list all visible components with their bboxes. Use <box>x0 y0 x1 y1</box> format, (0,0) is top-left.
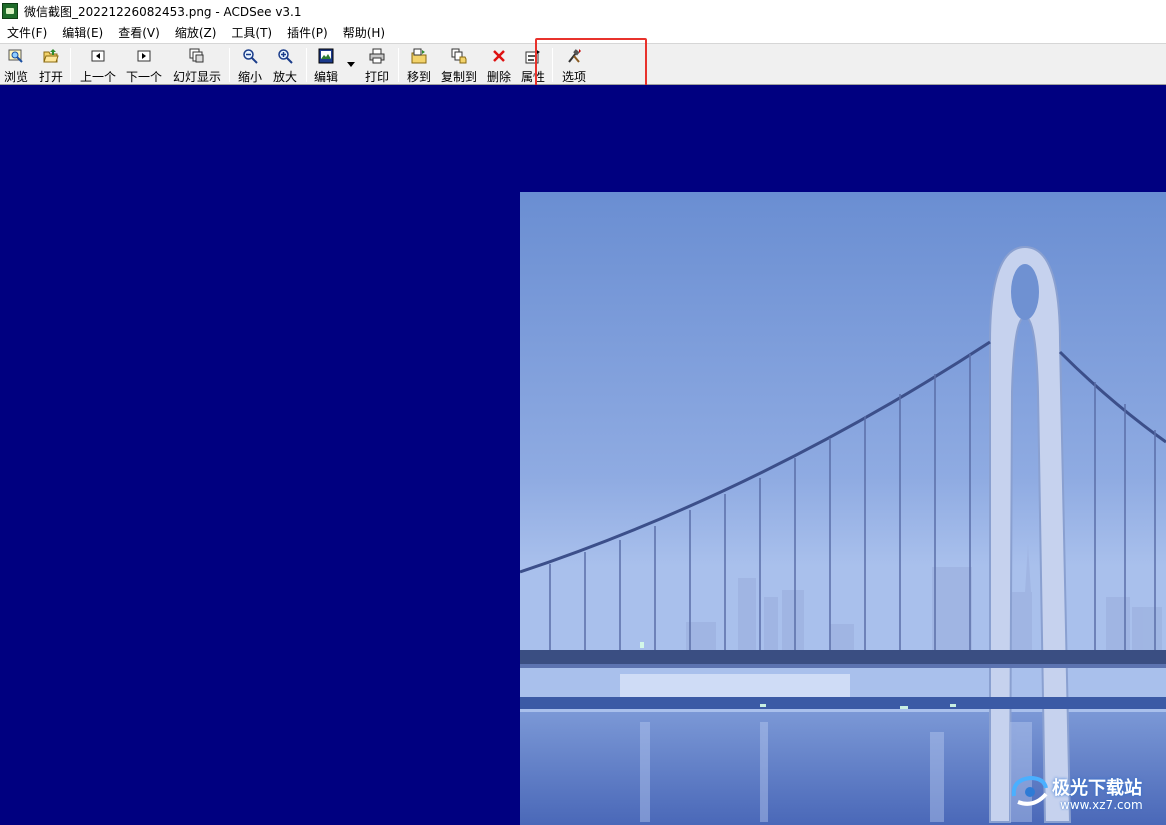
toolbar-separator <box>398 48 399 82</box>
menu-plugins[interactable]: 插件(P) <box>287 24 328 41</box>
bridge-illustration <box>520 192 1166 825</box>
menu-file[interactable]: 文件(F) <box>7 24 47 41</box>
edit-dropdown-arrow-icon[interactable] <box>347 62 355 67</box>
window-title: 微信截图_20221226082453.png - ACDSee v3.1 <box>24 4 302 19</box>
browse-button[interactable]: 浏览 <box>4 47 28 84</box>
properties-icon <box>525 48 541 64</box>
copy-to-button[interactable]: 复制到 <box>441 47 477 84</box>
menu-bar: 文件(F) 编辑(E) 查看(V) 缩放(Z) 工具(T) 插件(P) 帮助(H… <box>0 22 1166 42</box>
browse-icon <box>8 48 24 64</box>
folder-open-icon <box>43 48 59 64</box>
move-to-icon <box>411 48 427 64</box>
open-button[interactable]: 打开 <box>39 47 63 84</box>
image-viewer[interactable]: 极光下载站 www.xz7.com <box>0 85 1166 825</box>
previous-icon <box>90 48 106 64</box>
menu-edit[interactable]: 编辑(E) <box>62 24 103 41</box>
toolbar-separator <box>306 48 307 82</box>
copy-to-icon <box>451 48 467 64</box>
zoom-in-icon <box>277 48 293 64</box>
next-button[interactable]: 下一个 <box>126 47 162 84</box>
menu-help[interactable]: 帮助(H) <box>343 24 385 41</box>
properties-button[interactable]: 属性 <box>521 47 545 84</box>
watermark-url: www.xz7.com <box>1060 798 1143 812</box>
delete-button[interactable]: 删除 <box>487 47 511 84</box>
edit-button[interactable]: 编辑 <box>314 47 338 84</box>
slideshow-icon <box>189 48 205 64</box>
toolbar-separator <box>552 48 553 82</box>
move-to-button[interactable]: 移到 <box>407 47 431 84</box>
watermark-name: 极光下载站 <box>1052 778 1142 799</box>
menu-view[interactable]: 查看(V) <box>118 24 160 41</box>
toolbar-separator <box>70 48 71 82</box>
watermark-logo: 极光下载站 www.xz7.com <box>1008 770 1158 820</box>
photo-bridge <box>520 192 1166 825</box>
options-icon <box>566 48 582 64</box>
zoom-out-button[interactable]: 缩小 <box>238 47 262 84</box>
zoom-out-icon <box>242 48 258 64</box>
delete-icon <box>491 48 507 64</box>
slideshow-button[interactable]: 幻灯显示 <box>173 47 221 84</box>
app-icon <box>2 3 18 19</box>
options-button[interactable]: 选项 <box>562 47 586 84</box>
previous-button[interactable]: 上一个 <box>80 47 116 84</box>
toolbar: 浏览 打开 上一个 下一个 幻灯显示 缩小 放大 编辑 打印 移到 复制到 删除… <box>0 43 1166 85</box>
next-icon <box>136 48 152 64</box>
zoom-in-button[interactable]: 放大 <box>273 47 297 84</box>
toolbar-separator <box>229 48 230 82</box>
printer-icon <box>369 48 385 64</box>
edit-icon <box>318 48 334 64</box>
title-bar: 微信截图_20221226082453.png - ACDSee v3.1 <box>0 0 1166 22</box>
menu-tools[interactable]: 工具(T) <box>231 24 272 41</box>
print-button[interactable]: 打印 <box>365 47 389 84</box>
watermark-swirl-icon <box>1011 775 1048 806</box>
menu-zoom[interactable]: 缩放(Z) <box>175 24 217 41</box>
